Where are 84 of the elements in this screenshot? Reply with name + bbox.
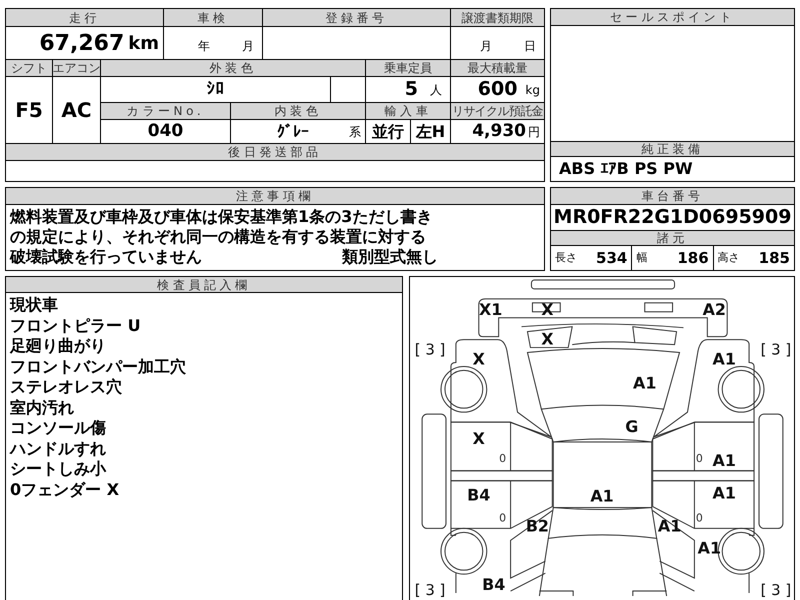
column-header: エアコン [53, 60, 100, 76]
cell-value: 左H [416, 120, 446, 142]
unit-label: 月 [242, 38, 254, 55]
notes-line: 燃料装置及び車枠及び車体は保安基準第1条の3ただし書き [10, 207, 432, 227]
spec-value: 185 [758, 248, 790, 269]
equipment-list: ABS ｴｱB PS PW [559, 157, 693, 181]
damage-code: X [472, 349, 485, 368]
column-header: 輸入車 [366, 103, 450, 119]
cell-value: km [128, 32, 159, 56]
damage-code: B4 [482, 575, 506, 594]
door-code: 0 [696, 452, 703, 465]
inspector-note: ステレオレス穴 [10, 377, 123, 398]
column-header: 純正装備 [551, 141, 794, 157]
column-header: 外装色 [101, 60, 365, 76]
column-header: 譲渡書類期限 [451, 9, 544, 26]
damage-code: X [472, 428, 485, 448]
cell-value: 600 [478, 77, 518, 102]
chassis-number: MR0FR22G1D0695909 [554, 205, 792, 230]
column-header: カラーNo. [101, 103, 230, 119]
damage-code: X [541, 330, 554, 349]
unit-label: kg [525, 82, 540, 98]
damage-code: A1 [712, 484, 736, 503]
inspector-note: フロントピラー U [10, 316, 142, 336]
tread-reading: [ 3 ] [414, 581, 446, 598]
spec-value: 186 [677, 248, 709, 269]
damage-code: A1 [590, 486, 614, 506]
tread-reading: [ 3 ] [760, 340, 792, 359]
column-header: 登録番号 [263, 9, 450, 26]
cell-value: ｸﾞﾚｰ [277, 120, 309, 142]
tread-reading: [ 3 ] [414, 340, 446, 359]
inspector-note: 0フェンダー X [10, 480, 120, 500]
damage-code: G [625, 417, 638, 436]
column-header: 内装色 [231, 103, 365, 119]
unit-label: 円 [528, 124, 540, 140]
unit-label: 月 [480, 38, 492, 55]
damage-code: A1 [712, 450, 736, 470]
column-header: セールスポイント [551, 9, 794, 26]
column-header: リサイクル預託金 [451, 103, 544, 119]
damage-code: B4 [467, 486, 490, 505]
column-header: 最大積載量 [451, 60, 544, 76]
column-header: 車検 [164, 9, 262, 26]
inspector-note: コンソール傷 [10, 418, 107, 438]
cell-value: 040 [148, 120, 184, 143]
spec-label: 高さ [718, 250, 740, 266]
column-header: シフト [6, 60, 52, 76]
column-header: 乗車定員 [366, 60, 450, 76]
spec-label: 長さ [555, 250, 577, 266]
unit-label: 年 [198, 38, 210, 55]
cell-value: 4,930 [472, 120, 526, 143]
column-header: 諸元 [551, 230, 794, 246]
inspector-note: 足廻り曲がり [10, 336, 107, 356]
spec-label: 幅 [636, 250, 648, 266]
cell-value: F5 [15, 97, 43, 124]
notes-line: 破壊試験を行っていません [10, 247, 202, 267]
cell-value: 5 [404, 77, 418, 102]
damage-code: A2 [702, 300, 726, 319]
inspector-note: フロントバンパー加工穴 [10, 356, 187, 377]
damage-code: A1 [712, 349, 736, 368]
door-code: 0 [499, 511, 506, 524]
cell-value: 並行 [372, 120, 404, 142]
cell-value: 67,267 [39, 30, 124, 58]
column-header: 検査員記入欄 [6, 277, 402, 293]
notes-line: の規定により、それぞれ同一の構造を有する装置に対する [10, 227, 426, 247]
damage-code: X1 [479, 300, 502, 319]
inspector-note: 室内汚れ [10, 398, 75, 418]
damage-code: B2 [526, 516, 549, 536]
tread-reading: [ 3 ] [760, 581, 792, 598]
door-code: 0 [499, 452, 506, 465]
unit-label: 人 [430, 82, 442, 98]
column-header: 車台番号 [551, 188, 794, 205]
inspector-note: シートしみ小 [10, 459, 108, 480]
door-code: 0 [696, 511, 703, 524]
unit-label: 系 [349, 124, 361, 140]
unit-label: 日 [524, 38, 536, 55]
notes-extra: 類別型式無し [342, 247, 438, 267]
inspector-note: 現状車 [10, 295, 59, 316]
column-header: 注意事項欄 [6, 188, 544, 205]
cell-value: AC [61, 97, 92, 124]
column-header: 走行 [6, 9, 163, 26]
spec-value: 534 [596, 248, 628, 269]
cell-value: ｼﾛ [206, 78, 224, 101]
damage-code: A1 [633, 373, 656, 392]
column-header: 後日発送部品 [6, 144, 544, 160]
inspector-note: ハンドルすれ [10, 438, 107, 459]
